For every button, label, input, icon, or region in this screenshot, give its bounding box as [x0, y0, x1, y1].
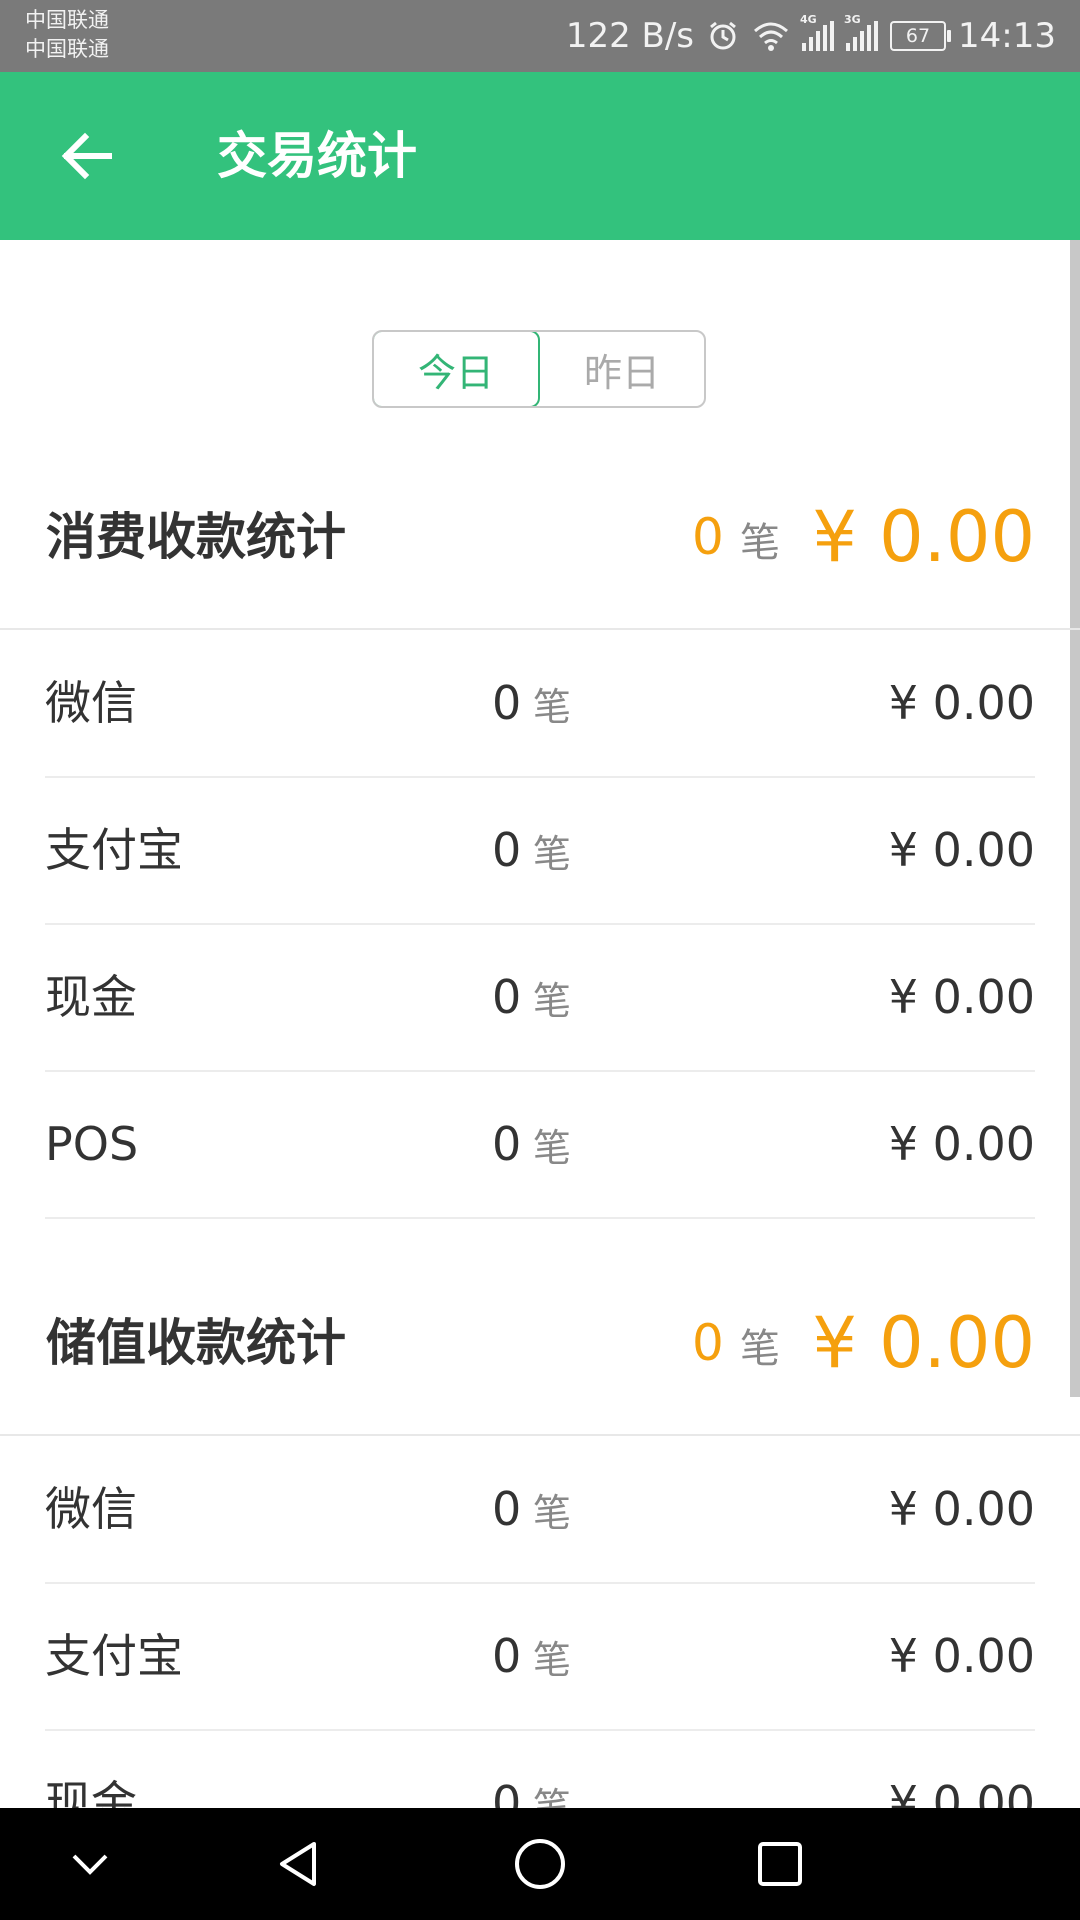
- count-value: 0: [492, 1117, 522, 1171]
- scrollbar[interactable]: [1070, 240, 1080, 1397]
- carrier-info: 中国联通 中国联通: [25, 6, 109, 64]
- count-value: 0: [492, 970, 522, 1024]
- count-unit: 笔: [533, 1126, 572, 1170]
- section-title: 消费收款统计: [46, 508, 346, 566]
- signal-4g-icon: 4G: [800, 13, 835, 51]
- count-value: 0: [492, 1629, 522, 1683]
- list-item: 现金 0 笔 ¥ 0.00: [45, 924, 1035, 1072]
- app-bar: 交易统计: [0, 72, 1080, 240]
- pay-method-label: POS: [45, 1117, 139, 1171]
- tab-yesterday[interactable]: 昨日: [540, 332, 704, 406]
- count-unit: 笔: [533, 1638, 572, 1682]
- amount-value: ¥ 0.00: [888, 970, 1035, 1024]
- section-count-unit: 笔: [740, 520, 780, 566]
- count-value: 0: [492, 1482, 522, 1536]
- back-arrow-icon[interactable]: [55, 124, 119, 188]
- amount-value: ¥ 0.00: [888, 1482, 1035, 1536]
- pay-method-label: 微信: [45, 676, 137, 730]
- amount-value: ¥ 0.00: [888, 1629, 1035, 1683]
- list-item: 微信 0 笔 ¥ 0.00: [45, 1436, 1035, 1584]
- section-amount: ¥ 0.00: [812, 496, 1035, 578]
- section-count: 0: [692, 1314, 724, 1372]
- signal-3g-icon: 3G: [844, 13, 879, 51]
- carrier-2: 中国联通: [25, 37, 109, 61]
- status-bar: 中国联通 中国联通 122 B/s 4G 3G 67 14:13: [0, 0, 1080, 72]
- count-value: 0: [492, 823, 522, 877]
- count-unit: 笔: [533, 979, 572, 1023]
- list-item: 微信 0 笔 ¥ 0.00: [45, 630, 1035, 778]
- chevron-down-icon[interactable]: [58, 1832, 122, 1896]
- net-4g-label: 4G: [800, 13, 817, 26]
- count-value: 0: [492, 1776, 522, 1808]
- list-item: 支付宝 0 笔 ¥ 0.00: [45, 1583, 1035, 1731]
- alarm-icon: [710, 21, 736, 50]
- net-speed: 122 B/s: [565, 16, 695, 56]
- list-item: POS 0 笔 ¥ 0.00: [45, 1071, 1035, 1219]
- count-unit: 笔: [533, 1785, 572, 1808]
- amount-value: ¥ 0.00: [888, 1117, 1035, 1171]
- pay-method-label: 微信: [45, 1482, 137, 1536]
- carrier-1: 中国联通: [25, 8, 109, 32]
- wifi-icon: [754, 22, 789, 51]
- pay-method-label: 支付宝: [45, 1629, 183, 1683]
- section-title: 储值收款统计: [46, 1314, 346, 1372]
- pay-method-label: 现金: [45, 970, 137, 1024]
- pay-method-label: 支付宝: [45, 823, 183, 877]
- list-item: 现金 0 笔 ¥ 0.00: [45, 1730, 1035, 1808]
- date-segment-control: 今日 昨日: [372, 330, 706, 408]
- back-triangle-icon[interactable]: [268, 1832, 332, 1896]
- battery-icon: 67: [890, 21, 952, 51]
- home-circle-icon[interactable]: [508, 1832, 572, 1896]
- list-item: 支付宝 0 笔 ¥ 0.00: [45, 777, 1035, 925]
- stats-content[interactable]: 今日 昨日 消费收款统计 0 笔 ¥ 0.00 微信 0 笔 ¥ 0.00 支付…: [0, 240, 1080, 1808]
- section-count: 0: [692, 508, 724, 566]
- system-nav-bar: [0, 1808, 1080, 1920]
- page-title: 交易统计: [217, 127, 417, 185]
- count-unit: 笔: [533, 685, 572, 729]
- count-value: 0: [492, 676, 522, 730]
- section-recharge-summary: 储值收款统计 0 笔 ¥ 0.00: [0, 1268, 1080, 1418]
- pay-method-label: 现金: [45, 1776, 137, 1808]
- section-amount: ¥ 0.00: [812, 1302, 1035, 1384]
- recents-square-icon[interactable]: [748, 1832, 812, 1896]
- count-unit: 笔: [533, 1491, 572, 1535]
- amount-value: ¥ 0.00: [888, 1776, 1035, 1808]
- clock: 14:13: [958, 16, 1056, 56]
- count-unit: 笔: [533, 832, 572, 876]
- net-3g-label: 3G: [844, 13, 861, 26]
- section-count-unit: 笔: [740, 1326, 780, 1372]
- section-consumption-summary: 消费收款统计 0 笔 ¥ 0.00: [0, 462, 1080, 612]
- tab-today[interactable]: 今日: [374, 332, 540, 406]
- amount-value: ¥ 0.00: [888, 823, 1035, 877]
- amount-value: ¥ 0.00: [888, 676, 1035, 730]
